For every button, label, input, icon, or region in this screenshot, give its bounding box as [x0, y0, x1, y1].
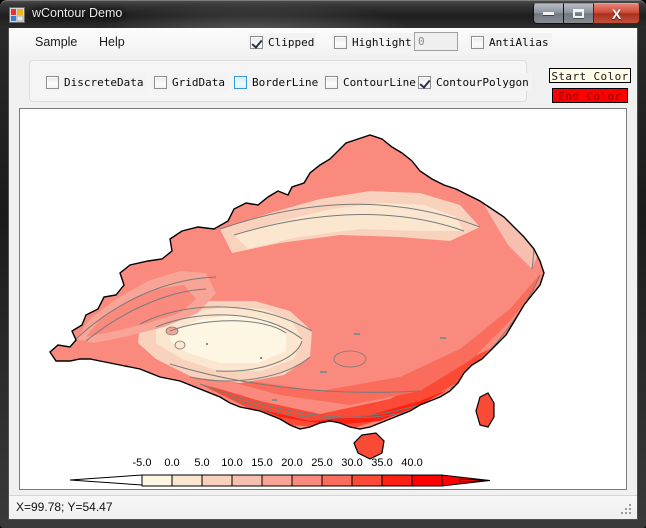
checkbox-highlight-box: [334, 36, 347, 49]
checkbox-contourline-box: [325, 76, 338, 89]
status-bar: X=99.78; Y=54.47: [9, 495, 637, 519]
colorbar-above-max-tail: [460, 479, 490, 482]
layer-options-group: DiscreteData GridData BorderLine Contour…: [29, 60, 527, 102]
resize-grip-icon[interactable]: [621, 504, 633, 516]
toolbar-top: Sample Help Clipped Highlight 0 AntiAlia…: [9, 28, 637, 56]
title-bar[interactable]: wContour Demo X: [0, 0, 646, 28]
legend-tick-label: 35.0: [366, 457, 398, 469]
close-button[interactable]: X: [593, 3, 640, 24]
app-window-icon: [9, 7, 25, 23]
checkbox-antialias-box: [471, 36, 484, 49]
close-icon: X: [612, 7, 621, 21]
checkbox-contourpolygon-box: [418, 76, 431, 89]
band-region: [334, 351, 366, 367]
checkbox-borderline-box: [234, 76, 247, 89]
caption-button-group: X: [533, 3, 640, 24]
checkbox-griddata-label: GridData: [172, 76, 225, 89]
band-region: [175, 341, 185, 349]
checkbox-griddata[interactable]: GridData: [152, 73, 228, 91]
maximize-icon: [573, 9, 584, 18]
checkbox-highlight-label: Highlight: [352, 36, 412, 49]
map-canvas[interactable]: -5.0 0.0 5.0 10.0 15.0 20.0 25.0 30.0 35…: [19, 108, 627, 490]
legend-tick-label: 5.0: [186, 457, 218, 469]
colorbar-bands: [142, 475, 442, 486]
maximize-button[interactable]: [563, 3, 593, 24]
end-color-button[interactable]: End Color: [552, 88, 628, 103]
checkbox-discretedata[interactable]: DiscreteData: [44, 73, 146, 91]
contour-bands: [50, 135, 544, 429]
band-region: [50, 135, 544, 429]
legend-tick-label: 15.0: [246, 457, 278, 469]
legend-tick-label: 20.0: [276, 457, 308, 469]
legend-tick-label: 10.0: [216, 457, 248, 469]
hainan-island: [354, 433, 384, 459]
legend-tick-label: 40.0: [396, 457, 428, 469]
cursor-coordinates: X=99.78; Y=54.47: [16, 500, 113, 514]
checkbox-borderline[interactable]: BorderLine: [232, 73, 321, 91]
checkbox-discretedata-box: [46, 76, 59, 89]
highlight-value-input[interactable]: 0: [414, 32, 458, 51]
checkbox-contourpolygon-label: ContourPolygon: [436, 76, 529, 89]
checkbox-clipped-box: [250, 36, 263, 49]
taiwan-island: [476, 393, 494, 427]
legend-tick-label: -5.0: [126, 457, 158, 469]
checkbox-clipped[interactable]: Clipped: [248, 33, 317, 51]
minimize-icon: [543, 12, 554, 15]
legend-tick-label: 30.0: [336, 457, 368, 469]
checkbox-clipped-label: Clipped: [268, 36, 314, 49]
checkbox-contourline-label: ContourLine: [343, 76, 416, 89]
legend-tick-label: 25.0: [306, 457, 338, 469]
minimize-button[interactable]: [533, 3, 563, 24]
checkbox-contourline[interactable]: ContourLine: [323, 73, 419, 91]
colorbar-legend: [70, 475, 490, 486]
checkbox-griddata-box: [154, 76, 167, 89]
client-area: Sample Help Clipped Highlight 0 AntiAlia…: [8, 28, 638, 520]
window-title: wContour Demo: [32, 6, 122, 20]
checkbox-borderline-label: BorderLine: [252, 76, 318, 89]
checkbox-contourpolygon[interactable]: ContourPolygon: [416, 73, 532, 91]
contour-map: [20, 109, 626, 489]
checkbox-discretedata-label: DiscreteData: [64, 76, 143, 89]
application-window: wContour Demo X Sample Help Clipped: [0, 0, 646, 528]
checkbox-highlight[interactable]: Highlight: [332, 33, 415, 51]
menu-help[interactable]: Help: [95, 34, 129, 50]
menu-sample[interactable]: Sample: [31, 34, 81, 50]
start-color-button[interactable]: Start Color: [549, 68, 631, 83]
checkbox-antialias-label: AntiAlias: [489, 36, 549, 49]
checkbox-antialias[interactable]: AntiAlias: [469, 33, 552, 51]
band-region: [166, 327, 178, 335]
colorbar-below-min-arrow: [70, 475, 142, 485]
legend-tick-label: 0.0: [156, 457, 188, 469]
